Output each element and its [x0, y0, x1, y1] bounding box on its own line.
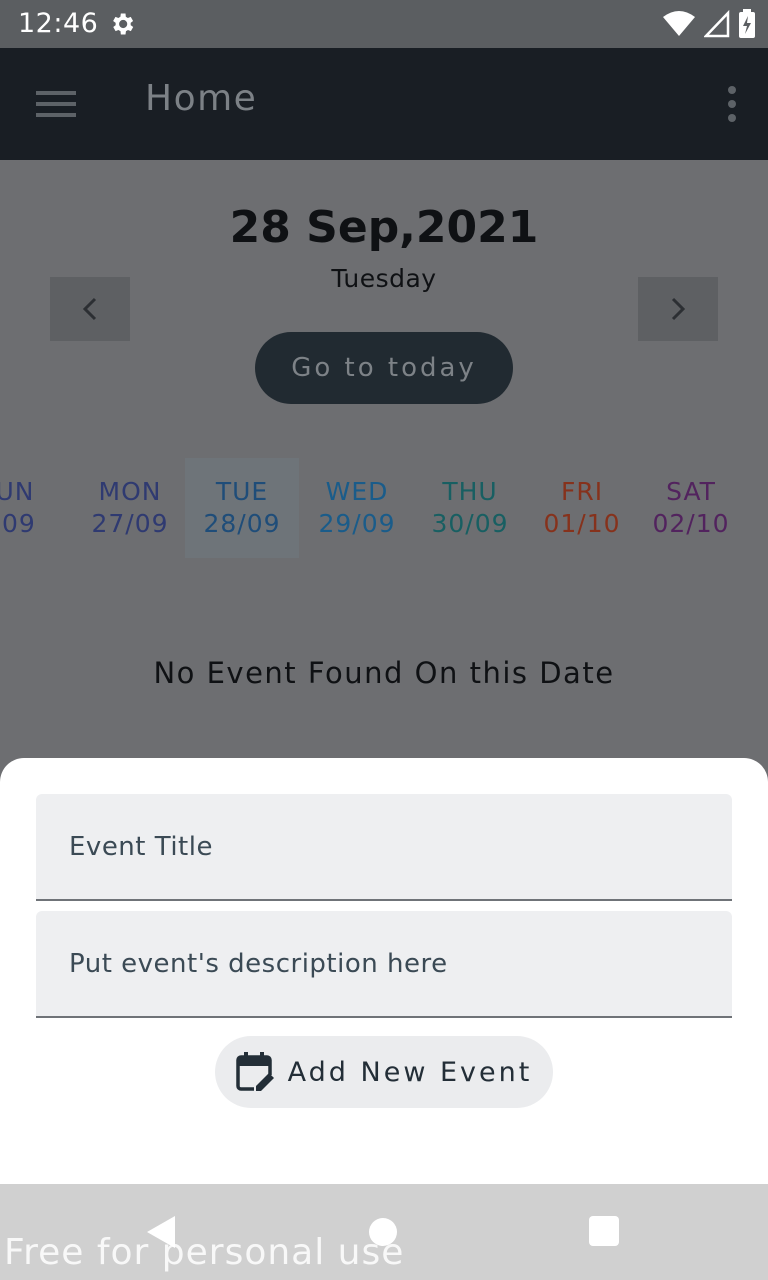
event-description-placeholder: Put event's description here [69, 948, 448, 979]
more-vert-icon[interactable] [726, 84, 738, 124]
day-item[interactable]: THU 30/09 [413, 458, 527, 558]
chevron-left-icon [82, 297, 97, 321]
empty-state-message: No Event Found On this Date [153, 656, 615, 690]
day-name: SAT [666, 477, 716, 506]
event-description-input[interactable]: Put event's description here [36, 911, 732, 1018]
status-bar: 12:46 [0, 0, 768, 48]
app-title: Home [145, 78, 258, 119]
add-event-sheet: Event Title Put event's description here… [0, 758, 768, 1184]
day-date: 28/09 [203, 509, 281, 538]
battery-icon [739, 9, 755, 38]
day-date: 01/10 [543, 509, 621, 538]
hamburger-menu-icon[interactable] [36, 88, 76, 120]
day-date: 02/10 [652, 509, 730, 538]
watermark-text: Free for personal use [4, 1232, 405, 1273]
day-name: WED [325, 477, 389, 506]
day-name: TUE [215, 477, 269, 506]
day-name: FRI [560, 477, 604, 506]
day-date: 29/09 [318, 509, 396, 538]
cell-signal-icon [704, 10, 730, 38]
day-item[interactable]: SAT 02/10 [634, 458, 748, 558]
day-item[interactable]: FRI 01/10 [525, 458, 639, 558]
selected-date: 28 Sep,2021 [229, 202, 539, 253]
app-bar: Home [0, 48, 768, 160]
recents-square-icon[interactable] [589, 1216, 619, 1246]
go-to-today-button[interactable]: Go to today [255, 332, 513, 404]
status-icons [662, 8, 756, 40]
week-strip: UN '09 MON 27/09 TUE 28/09 WED 29/09 THU… [0, 458, 768, 558]
next-day-button[interactable] [638, 277, 718, 341]
day-item-selected[interactable]: TUE 28/09 [185, 458, 299, 558]
event-title-placeholder: Event Title [69, 831, 213, 862]
day-name: THU [442, 477, 498, 506]
add-new-event-button[interactable]: Add New Event [215, 1036, 553, 1108]
settings-gear-icon [113, 13, 134, 35]
day-item[interactable]: WED 29/09 [300, 458, 414, 558]
day-name: MON [98, 477, 162, 506]
day-item[interactable]: UN '09 [0, 458, 72, 558]
wifi-icon [663, 11, 695, 36]
event-title-input[interactable]: Event Title [36, 794, 732, 901]
day-date: 27/09 [91, 509, 169, 538]
day-date: 30/09 [431, 509, 509, 538]
day-item[interactable]: MON 27/09 [73, 458, 187, 558]
calendar-edit-icon [235, 1052, 276, 1093]
day-date: '09 [0, 509, 36, 538]
chevron-right-icon [671, 297, 686, 321]
status-time: 12:46 [18, 8, 99, 39]
add-new-event-label: Add New Event [287, 1056, 533, 1088]
day-name: UN [0, 477, 35, 506]
previous-day-button[interactable] [50, 277, 130, 341]
